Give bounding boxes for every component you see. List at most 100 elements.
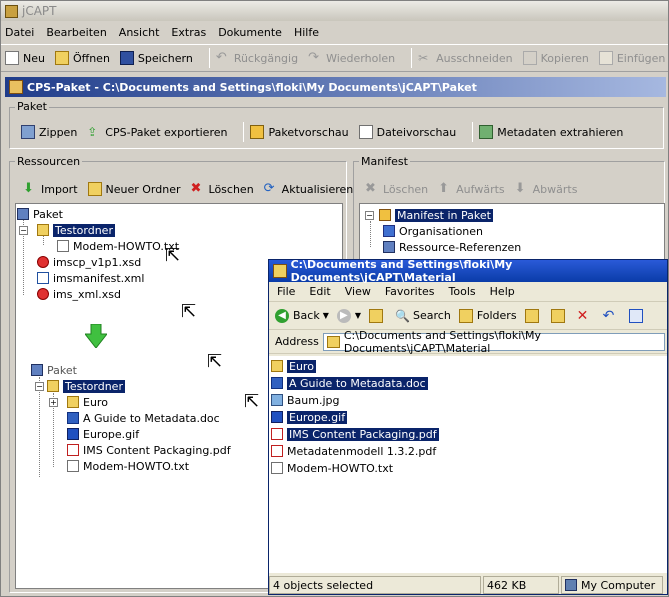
tree-file-imscp[interactable]: imscp_v1p1.xsd [37, 254, 141, 270]
menu-datei[interactable]: Datei [5, 26, 34, 39]
toolbar-separator [472, 122, 474, 142]
open-folder-icon [54, 51, 69, 65]
metadaten-extrahieren-button[interactable]: Metadaten extrahieren [479, 121, 623, 143]
views-button[interactable] [628, 305, 647, 327]
tree-line [370, 221, 371, 247]
resources-icon [383, 241, 395, 253]
undo-icon: ↶ [602, 307, 615, 324]
menu-bearbeiten[interactable]: Bearbeiten [46, 26, 106, 39]
import-button[interactable]: ⬇ Import [23, 178, 78, 200]
ausschneiden-button[interactable]: ✂ Ausschneiden [418, 47, 513, 69]
menu-dokumente[interactable]: Dokumente [218, 26, 282, 39]
collapse-toggle[interactable]: − [365, 211, 374, 220]
manifest-label: Manifest [359, 155, 410, 168]
back-button[interactable]: ◀ Back ▼ [275, 305, 329, 327]
tree-file-guide-metadata[interactable]: A Guide to Metadata.doc [67, 410, 220, 426]
explorer-item-baum[interactable]: Baum.jpg [271, 392, 340, 408]
package-icon [17, 208, 29, 220]
address-label: Address [275, 335, 319, 348]
cps-paket-exportieren-button[interactable]: ⇪ CPS-Paket exportieren [87, 121, 227, 143]
copy-to-button[interactable] [550, 305, 569, 327]
xsd-file-icon [37, 288, 49, 300]
pdf-file-icon [271, 428, 283, 440]
explorer-item-metadatenmodell[interactable]: Metadatenmodell 1.3.2.pdf [271, 443, 436, 459]
speichern-button[interactable]: Speichern [119, 47, 193, 69]
forward-arrow-icon: ▶ [336, 308, 351, 323]
menu-hilfe[interactable]: Hilfe [294, 26, 319, 39]
tree-folder-testordner-after[interactable]: Testordner [47, 378, 125, 394]
status-location: My Computer [561, 576, 663, 594]
package-path: CPS-Paket - C:\Documents and Settings\fl… [27, 80, 477, 94]
tree-folder-testordner[interactable]: Testordner [37, 222, 115, 238]
explorer-item-euro[interactable]: Euro [271, 358, 316, 374]
abwaerts-button[interactable]: ⬇ Abwärts [515, 178, 578, 200]
tree-file-modem-howto-after[interactable]: Modem-HOWTO.txt [67, 458, 189, 474]
tree-file-imsmanifest[interactable]: imsmanifest.xml [37, 270, 144, 286]
loeschen-button[interactable]: ✖ Löschen [191, 178, 254, 200]
menu-extras[interactable]: Extras [171, 26, 206, 39]
tree-root-paket-after[interactable]: Paket [31, 362, 77, 378]
export-icon: ⇪ [87, 125, 98, 139]
collapse-toggle[interactable]: − [19, 226, 28, 235]
drag-arrow-icon [85, 324, 107, 348]
wiederholen-button[interactable]: ↷ Wiederholen [308, 47, 395, 69]
menu-favorites[interactable]: Favorites [385, 285, 435, 298]
up-folder-button[interactable] [369, 305, 387, 327]
move-to-button[interactable] [524, 305, 543, 327]
xml-file-icon [37, 272, 49, 284]
address-input[interactable]: C:\Documents and Settings\floki\My Docum… [322, 329, 665, 355]
expand-toggle[interactable]: + [49, 398, 58, 407]
explorer-item-europe-gif[interactable]: Europe.gif [271, 409, 348, 425]
aktualisieren-button[interactable]: ⟳ Aktualisieren [264, 178, 354, 200]
tree-file-ims-xml[interactable]: ims_xml.xsd [37, 286, 121, 302]
explorer-item-guide-metadata[interactable]: A Guide to Metadata.doc [271, 375, 428, 391]
tree-folder-euro[interactable]: Euro [67, 394, 108, 410]
arrow-up-icon: ⬆ [438, 181, 450, 196]
oeffnen-button[interactable]: Öffnen [54, 47, 110, 69]
neuer-ordner-button[interactable]: Neuer Ordner [87, 178, 181, 200]
menu-view[interactable]: View [345, 285, 371, 298]
forward-button[interactable]: ▶ ▼ [336, 305, 361, 327]
save-disk-icon [119, 51, 134, 65]
rueckgaengig-button[interactable]: ↶ Rückgängig [216, 47, 298, 69]
einfuegen-button[interactable]: Einfügen [598, 47, 665, 69]
pdf-file-icon [67, 444, 79, 456]
word-file-icon [271, 377, 283, 389]
search-button[interactable]: 🔍 Search [395, 305, 451, 327]
manifest-ressource-referenzen[interactable]: Ressource-Referenzen [383, 239, 521, 255]
zippen-button[interactable]: Zippen [21, 121, 77, 143]
manifest-loeschen-button[interactable]: ✖ Löschen [365, 178, 428, 200]
menu-file[interactable]: File [277, 285, 295, 298]
menu-ansicht[interactable]: Ansicht [119, 26, 160, 39]
undo-button[interactable]: ↶ [603, 305, 621, 327]
paketvorschau-button[interactable]: Paketvorschau [250, 121, 349, 143]
tree-root-paket[interactable]: Paket [17, 206, 63, 222]
tree-file-ims-pdf[interactable]: IMS Content Packaging.pdf [67, 442, 231, 458]
text-file-icon [271, 462, 283, 474]
collapse-toggle[interactable]: − [35, 382, 44, 391]
copy-to-icon [550, 308, 565, 323]
explorer-title: C:\Documents and Settings\floki\My Docum… [290, 258, 513, 284]
manifest-root[interactable]: Manifest in Paket [379, 207, 493, 223]
neu-button[interactable]: Neu [5, 47, 45, 69]
toolbar-separator [208, 48, 210, 68]
tree-file-modem-howto[interactable]: Modem-HOWTO.txt [57, 238, 179, 254]
menu-tools[interactable]: Tools [449, 285, 476, 298]
folders-button[interactable]: Folders [458, 305, 517, 327]
manifest-organisationen[interactable]: Organisationen [383, 223, 483, 239]
menu-edit[interactable]: Edit [309, 285, 330, 298]
explorer-item-modem-howto[interactable]: Modem-HOWTO.txt [271, 460, 393, 476]
kopieren-button[interactable]: Kopieren [522, 47, 589, 69]
menu-help[interactable]: Help [490, 285, 515, 298]
explorer-item-ims-pdf[interactable]: IMS Content Packaging.pdf [271, 426, 439, 442]
aufwaerts-button[interactable]: ⬆ Aufwärts [438, 178, 504, 200]
delete-button[interactable]: ✕ [577, 305, 595, 327]
paket-buttons: Zippen ⇪ CPS-Paket exportieren Paketvorsc… [21, 121, 633, 143]
explorer-status-bar: 4 objects selected 462 KB My Computer [269, 575, 667, 595]
organization-icon [383, 225, 395, 237]
up-folder-icon [369, 308, 384, 323]
dateivorschau-button[interactable]: Dateivorschau [358, 121, 456, 143]
import-icon: ⬇ [23, 181, 34, 196]
explorer-toolbar: ◀ Back ▼ ▶ ▼ 🔍 Search Folders ✕ ↶ [269, 302, 667, 330]
tree-file-europe-gif[interactable]: Europe.gif [67, 426, 139, 442]
